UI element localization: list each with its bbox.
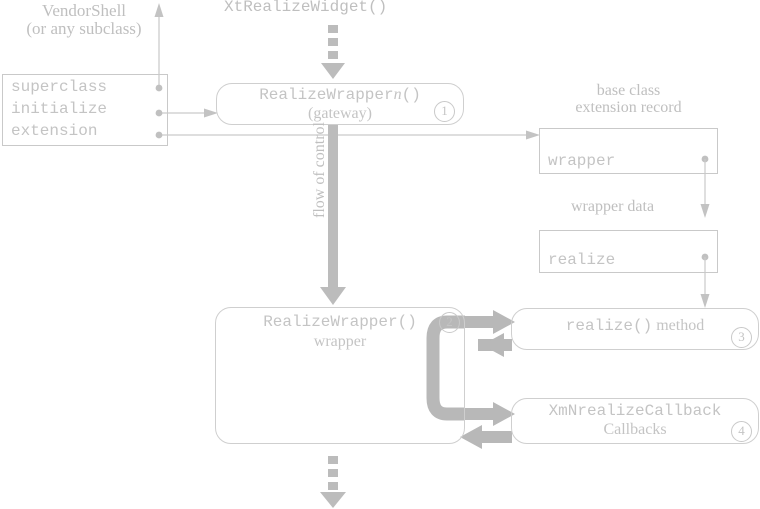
vendorshell-caption-line2: (or any subclass) [26, 19, 142, 39]
box-wrapper-fn-line2: wrapper [313, 333, 367, 350]
record-box-wrapper: wrapper [539, 128, 718, 174]
record-label-realize: realize [548, 251, 616, 269]
box-gateway-line1: RealizeWrappern() [217, 86, 463, 104]
flow-of-control-label: flow of control [311, 122, 328, 218]
record-label-wrapper: wrapper [548, 152, 616, 170]
box-callbacks-line1: XmNrealizeCallback [548, 402, 722, 420]
box-realize-method-mono: realize() [565, 317, 653, 335]
box-wrapper-fn-line1: RealizeWrapper() [263, 313, 417, 331]
base-class-record-caption-line1: base class [596, 82, 661, 99]
record-box-realize: realize [539, 230, 718, 273]
box-realize-method-serif: method [656, 317, 705, 334]
box-callbacks-line2: Callbacks [603, 421, 667, 438]
exit-dotted-arrow [320, 456, 346, 508]
base-class-record-caption: base class extension record [539, 82, 718, 117]
return-callbacks-arrow [460, 425, 512, 449]
wrapper-data-caption: wrapper data [571, 198, 655, 215]
box-realize-method: realize() method 3 [511, 308, 759, 350]
extension-link-arrow [159, 130, 540, 140]
box-gateway-line2: (gateway) [308, 105, 372, 122]
vendorshell-caption: VendorShell (or any subclass) [0, 1, 168, 39]
box-gateway-line1-prefix: RealizeWrapper [259, 86, 394, 104]
struct-row-extension: extension [11, 122, 98, 140]
box-gateway-line1-suffix: () [401, 86, 421, 104]
box-realize-wrapper-wrapper: RealizeWrapper() wrapper 2 [215, 307, 465, 444]
call-callbacks-arrow [465, 402, 515, 426]
call-realize-method-arrow [465, 310, 515, 334]
base-class-record-caption-line2: extension record [575, 99, 682, 117]
box-callbacks-number: 4 [731, 421, 752, 442]
box-realize-method-number: 3 [731, 327, 752, 348]
vendorshell-struct-box: superclass initialize extension [2, 74, 168, 146]
struct-row-superclass: superclass [11, 78, 108, 96]
box-realize-wrapper-n-gateway: RealizeWrappern() (gateway) 1 [216, 83, 464, 125]
box-gateway-line1-italic: n [393, 86, 402, 103]
box-xmnrealizecallback-callbacks: XmNrealizeCallback Callbacks 4 [511, 398, 759, 444]
entry-dotted-arrow [321, 25, 345, 79]
box-gateway-number: 1 [434, 101, 455, 122]
box-wrapper-fn-number: 2 [439, 312, 460, 333]
vendorshell-caption-line1: VendorShell [41, 1, 127, 20]
return-realize-method-arrow [478, 333, 512, 357]
box-realize-method-line1: realize() method [512, 317, 758, 335]
struct-row-initialize: initialize [11, 100, 108, 118]
xtrealizewidget-caption: XtRealizeWidget() [224, 0, 388, 16]
diagram-canvas: XtRealizeWidget() VendorShell (or any su… [0, 0, 760, 509]
